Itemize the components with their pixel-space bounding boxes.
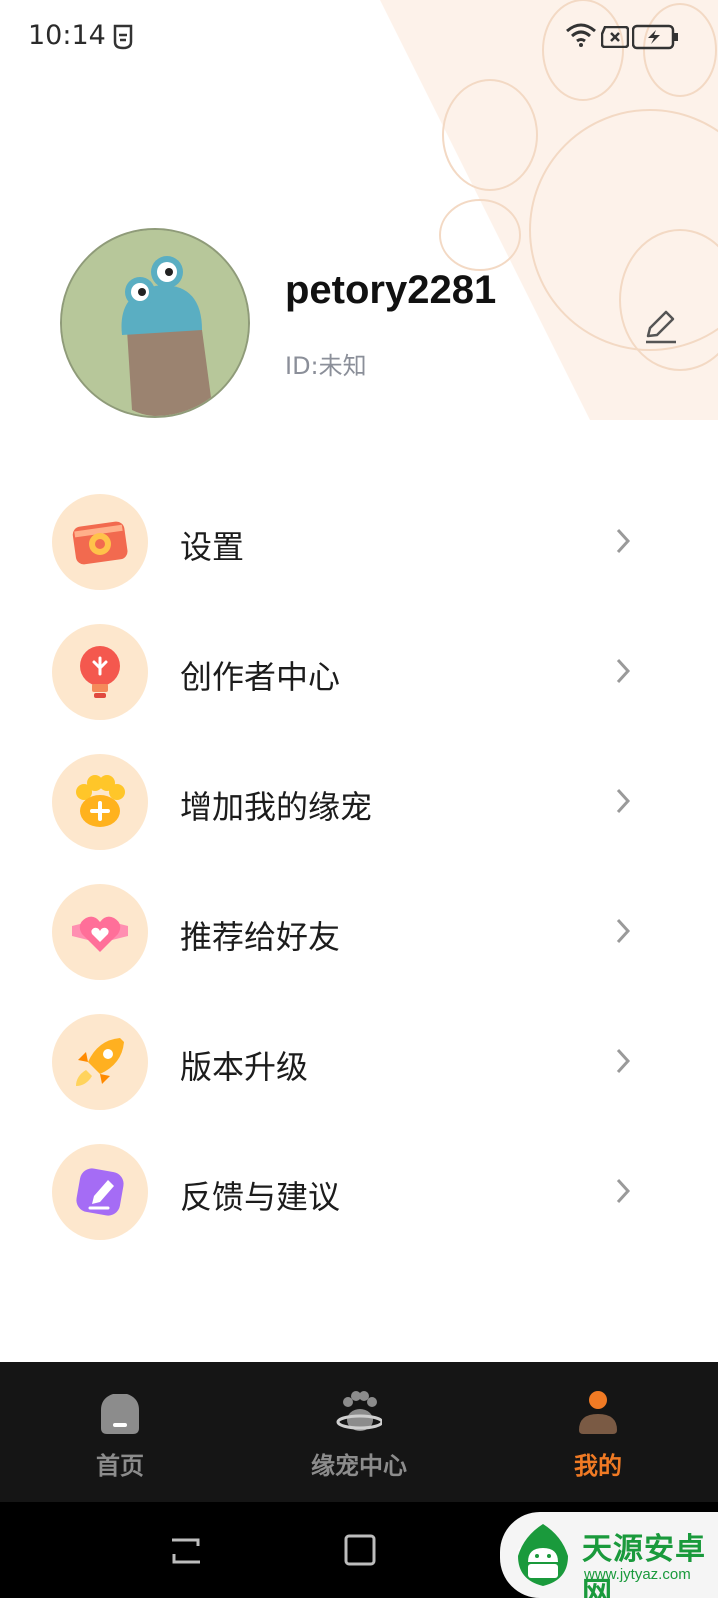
chevron-right-icon	[616, 1048, 631, 1074]
wifi-icon	[566, 23, 596, 47]
recommend-heart-icon	[72, 916, 128, 952]
menu-item-recommend[interactable]: 推荐给好友	[0, 880, 718, 990]
menu-label: 设置	[180, 528, 245, 566]
recent-apps-icon[interactable]	[168, 1532, 204, 1568]
menu-icon-background	[52, 624, 148, 720]
menu-label: 推荐给好友	[180, 918, 341, 956]
watermark-title: 天源安卓网	[582, 1532, 706, 1598]
user-id: ID:未知	[285, 352, 367, 380]
status-time: 10:14	[28, 20, 106, 51]
menu-label: 增加我的缘宠	[180, 788, 373, 826]
menu-item-version-upgrade[interactable]: 版本升级	[0, 1010, 718, 1120]
screen: 10:14 petory2281 ID:未知 设置 创作者中心 增加我的缘宠 推…	[0, 0, 718, 1598]
menu-item-add-pet[interactable]: 增加我的缘宠	[0, 750, 718, 860]
creator-center-icon	[80, 646, 120, 698]
chevron-right-icon	[616, 918, 631, 944]
bottom-tab-bar: 首页 缘宠中心 我的	[0, 1362, 718, 1502]
home-icon	[101, 1394, 139, 1434]
rocket-upgrade-icon	[76, 1038, 124, 1086]
menu-icon-background	[52, 1014, 148, 1110]
menu-label: 反馈与建议	[180, 1178, 341, 1216]
avatar[interactable]	[60, 228, 250, 418]
chevron-right-icon	[616, 1178, 631, 1204]
tab-pet-center[interactable]: 缘宠中心	[239, 1362, 479, 1502]
menu-icon-background	[52, 884, 148, 980]
menu-label: 创作者中心	[180, 658, 341, 696]
menu-icon-background	[52, 1144, 148, 1240]
tab-label: 缘宠中心	[311, 1452, 407, 1480]
chevron-right-icon	[616, 788, 631, 814]
menu-item-creator-center[interactable]: 创作者中心	[0, 620, 718, 730]
tab-label: 我的	[574, 1452, 622, 1480]
chevron-right-icon	[616, 528, 631, 554]
avatar-cartoon-creature	[62, 230, 248, 416]
sim-icon	[601, 26, 629, 48]
settings-icon	[72, 521, 128, 565]
add-pet-paw-icon	[76, 775, 125, 827]
profile-person-icon	[579, 1391, 617, 1434]
watermark-android-logo	[518, 1524, 568, 1586]
paw-planet-icon	[336, 1391, 382, 1431]
menu-icon-background	[52, 754, 148, 850]
tab-home[interactable]: 首页	[0, 1362, 240, 1502]
menu-label: 版本升级	[180, 1048, 309, 1086]
status-bar: 10:14	[0, 0, 718, 76]
battery-charging-icon	[632, 24, 678, 50]
feedback-pen-icon	[76, 1168, 124, 1216]
tab-label: 首页	[96, 1452, 144, 1480]
home-square-icon[interactable]	[342, 1532, 378, 1568]
edit-icon[interactable]	[640, 306, 680, 346]
menu-item-settings[interactable]: 设置	[0, 490, 718, 600]
menu-icon-background	[52, 494, 148, 590]
status-app-icon	[113, 24, 133, 50]
username: petory2281	[285, 268, 497, 312]
chevron-right-icon	[616, 658, 631, 684]
watermark: 天源安卓网 www.jytyaz.com	[500, 1512, 718, 1598]
menu-item-feedback[interactable]: 反馈与建议	[0, 1140, 718, 1250]
watermark-url: www.jytyaz.com	[584, 1566, 691, 1583]
tab-mine[interactable]: 我的	[478, 1362, 718, 1502]
